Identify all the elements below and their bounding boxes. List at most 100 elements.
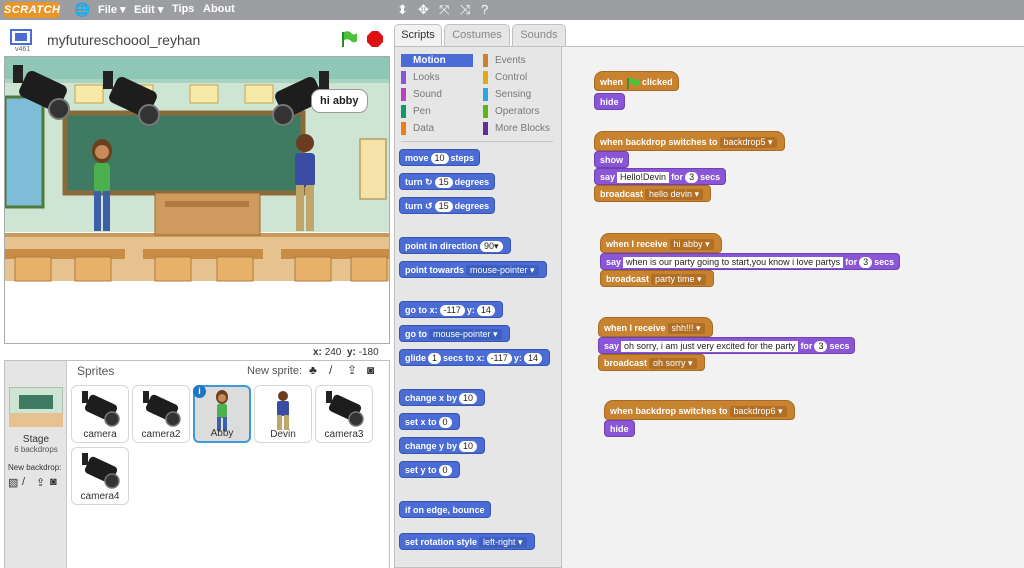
camera-thumbnail-icon <box>72 389 128 432</box>
tab-sounds[interactable]: Sounds <box>512 24 566 46</box>
sprite-devin[interactable]: Devin <box>254 385 312 443</box>
sprite-name: camera4 <box>80 491 120 502</box>
paint-backdrop-icon[interactable]: / <box>22 476 25 488</box>
block-go-to-xy[interactable]: go to x: -117 y: 14 <box>399 301 503 318</box>
sprite-name: Devin <box>270 429 296 440</box>
hide-block[interactable]: hide <box>604 420 635 437</box>
category-looks[interactable]: Looks <box>401 71 473 84</box>
sprite-list: Sprites New sprite: ♣ / ⇪ ◙ camera camera… <box>67 361 389 568</box>
sprite-camera[interactable]: camera <box>71 385 129 443</box>
backdrop-library-icon[interactable]: ▧ <box>8 476 18 489</box>
say-for-secs-block[interactable]: say Hello!Devin for 3 secs <box>594 168 727 185</box>
menu-file[interactable]: File ▾ <box>98 3 126 16</box>
version-label: v461 <box>15 46 31 53</box>
say-for-secs-block[interactable]: say when is our party going to start,you … <box>600 253 901 270</box>
stage-thumbnail[interactable] <box>9 387 63 427</box>
menu-bar: SCRATCH 🌐 File ▾ Edit ▾ Tips About ⬍ ✥ ⤧… <box>0 0 1024 20</box>
project-title[interactable]: myfutureschoool_reyhan <box>47 32 200 48</box>
block-turn-right[interactable]: turn ↻ 15 degrees <box>399 173 496 190</box>
block-set-x[interactable]: set x to 0 <box>399 413 460 430</box>
stage-header: v461 myfutureschoool_reyhan <box>4 24 390 56</box>
category-motion[interactable]: Motion <box>401 54 473 67</box>
help-icon[interactable]: ? <box>481 2 488 17</box>
block-glide[interactable]: glide 1 secs to x: -117 y: 14 <box>399 349 550 366</box>
when-backdrop-switches-hat[interactable]: when backdrop switches to backdrop6 ▾ <box>604 400 795 420</box>
turn-right-icon: ↻ <box>425 177 433 187</box>
green-flag-icon[interactable] <box>340 30 358 48</box>
block-go-to[interactable]: go to mouse-pointer ▾ <box>399 325 510 342</box>
sprite-name: camera <box>83 429 117 440</box>
stop-icon[interactable] <box>366 30 384 48</box>
camera-sprite-icon[interactable]: ◙ <box>367 363 374 377</box>
sprite-camera3[interactable]: camera3 <box>315 385 373 443</box>
when-flag-clicked-hat[interactable]: when clicked <box>594 71 679 91</box>
category-events[interactable]: Events <box>483 54 555 67</box>
boy-thumbnail-icon <box>255 389 311 434</box>
grow-icon[interactable]: ⤧ <box>439 2 449 17</box>
camera2-sprite[interactable] <box>101 71 165 133</box>
block-point-in-direction[interactable]: point in direction 90▾ <box>399 237 511 254</box>
y-label: y: <box>346 347 356 358</box>
camera-backdrop-icon[interactable]: ◙ <box>50 476 57 488</box>
camera-thumbnail-icon <box>133 389 189 432</box>
category-more-blocks[interactable]: More Blocks <box>483 122 555 135</box>
upload-sprite-icon[interactable]: ⇪ <box>347 363 357 377</box>
sprite-info-icon[interactable]: i <box>193 385 206 398</box>
hide-block[interactable]: hide <box>594 93 625 110</box>
paint-sprite-icon[interactable]: / <box>329 363 332 377</box>
backdrop-count: 6 backdrops <box>14 445 58 454</box>
when-i-receive-hat[interactable]: when I receive shh!!! ▾ <box>598 317 713 337</box>
block-point-towards[interactable]: point towards mouse-pointer ▾ <box>399 261 547 278</box>
fullscreen-icon[interactable] <box>10 29 32 45</box>
stage[interactable]: hi abby <box>4 56 390 344</box>
block-change-y[interactable]: change y by 10 <box>399 437 486 454</box>
sprite-pane: Stage 6 backdrops New backdrop: ▧ / ⇪ ◙ … <box>4 360 390 568</box>
broadcast-block[interactable]: broadcast party time ▾ <box>600 270 714 287</box>
block-turn-left[interactable]: turn ↺ 15 degrees <box>399 197 496 214</box>
shrink-icon[interactable]: ⤨ <box>460 2 470 17</box>
tab-costumes[interactable]: Costumes <box>444 24 510 46</box>
sprite-camera2[interactable]: camera2 <box>132 385 190 443</box>
speech-bubble: hi abby <box>311 89 368 113</box>
say-for-secs-block[interactable]: say oh sorry, i am just very excited for … <box>598 337 856 354</box>
sprites-title: Sprites <box>77 364 115 378</box>
category-operators[interactable]: Operators <box>483 105 555 118</box>
when-backdrop-switches-hat[interactable]: when backdrop switches to backdrop5 ▾ <box>594 131 785 151</box>
block-set-y[interactable]: set y to 0 <box>399 461 460 478</box>
category-data[interactable]: Data <box>401 122 473 135</box>
scratch-logo[interactable]: SCRATCH <box>4 2 60 18</box>
camera-sprite[interactable] <box>11 65 75 127</box>
upload-backdrop-icon[interactable]: ⇪ <box>36 476 45 489</box>
block-rotation-style[interactable]: set rotation style left-right ▾ <box>399 533 535 550</box>
duplicate-stamp-icon[interactable]: ⬍ <box>397 2 408 17</box>
camera-thumbnail-icon <box>316 389 372 432</box>
when-i-receive-hat[interactable]: when I receive hi abby ▾ <box>600 233 722 253</box>
abby-sprite[interactable] <box>85 137 119 237</box>
sprite-abby[interactable]: Abby i <box>193 385 251 443</box>
x-label: x: <box>313 347 322 358</box>
sprite-library-icon[interactable]: ♣ <box>309 363 317 377</box>
menu-edit[interactable]: Edit ▾ <box>134 3 163 16</box>
category-sensing[interactable]: Sensing <box>483 88 555 101</box>
sprite-camera4[interactable]: camera4 <box>71 447 129 505</box>
tab-scripts[interactable]: Scripts <box>394 24 442 46</box>
category-pen[interactable]: Pen <box>401 105 473 118</box>
mouse-coordinates: x: 240 y: -180 <box>313 347 379 358</box>
category-control[interactable]: Control <box>483 71 555 84</box>
show-block[interactable]: show <box>594 151 630 168</box>
stage-label: Stage <box>22 434 50 445</box>
devin-sprite[interactable] <box>285 129 325 237</box>
block-bounce[interactable]: if on edge, bounce <box>399 501 491 518</box>
menu-about[interactable]: About <box>203 3 235 15</box>
menu-tips[interactable]: Tips <box>172 3 194 15</box>
broadcast-block[interactable]: broadcast hello devin ▾ <box>594 185 712 202</box>
scripts-area[interactable]: when clicked hide when backdrop switches… <box>562 46 1024 568</box>
globe-icon[interactable]: 🌐 <box>74 2 90 17</box>
cut-icon[interactable]: ✥ <box>418 2 429 17</box>
category-sound[interactable]: Sound <box>401 88 473 101</box>
sprite-name: Abby <box>210 428 234 439</box>
block-move[interactable]: move 10 steps <box>399 149 481 166</box>
broadcast-block[interactable]: broadcast oh sorry ▾ <box>598 354 705 371</box>
block-change-x[interactable]: change x by 10 <box>399 389 486 406</box>
palette-divider <box>401 141 553 142</box>
